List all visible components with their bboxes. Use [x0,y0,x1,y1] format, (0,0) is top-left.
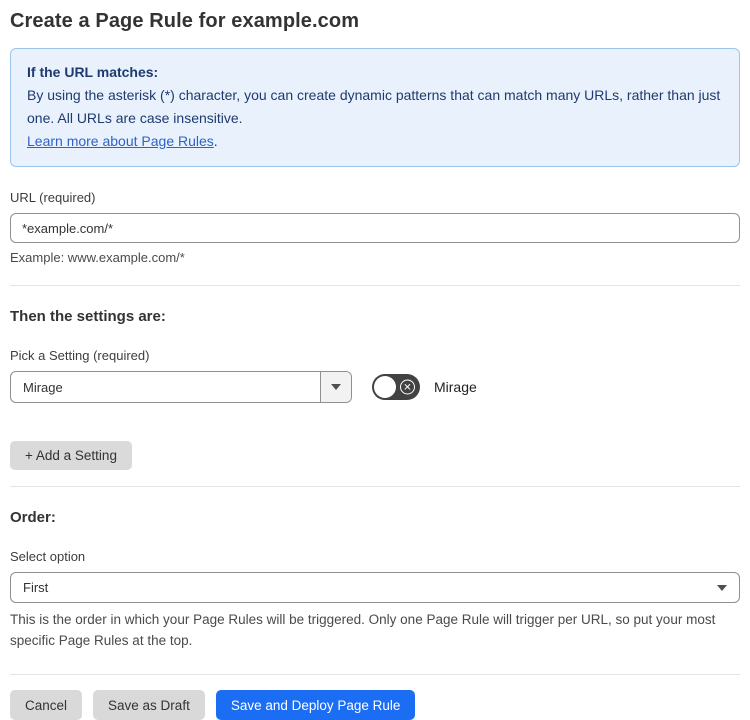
setting-select[interactable]: Mirage [10,371,352,403]
order-select-value: First [23,580,49,595]
divider [10,285,740,286]
order-select[interactable]: First [10,572,740,603]
settings-section-heading: Then the settings are: [10,308,166,325]
url-input[interactable] [10,213,740,243]
pick-setting-label: Pick a Setting (required) [10,348,150,363]
info-box-body: By using the asterisk (*) character, you… [27,87,721,126]
url-example-text: Example: www.example.com/* [10,250,185,265]
toggle-label: Mirage [434,379,477,395]
info-box-heading: If the URL matches: [27,64,159,80]
x-circle-icon: ✕ [400,379,415,395]
chevron-down-icon [717,584,727,591]
setting-row: Mirage ✕ Mirage [10,371,740,403]
mirage-toggle[interactable]: ✕ [372,374,420,400]
divider [10,674,740,675]
save-as-draft-button[interactable]: Save as Draft [93,690,205,720]
chevron-down-icon [331,384,341,390]
cancel-button[interactable]: Cancel [10,690,83,720]
link-suffix: . [213,133,218,149]
setting-select-value: Mirage [23,379,63,395]
order-section-heading: Order: [10,509,56,526]
create-page-rule-form: Create a Page Rule for example.com If th… [0,0,750,720]
info-box-link-line: Learn more about Page Rules. [27,130,723,153]
url-field-label: URL (required) [10,190,96,205]
toggle-knob [374,376,396,398]
learn-more-link[interactable]: Learn more about Page Rules [27,133,214,149]
setting-select-arrow-button[interactable] [320,372,351,402]
footer-actions: Cancel Save as Draft Save and Deploy Pag… [10,690,740,720]
select-option-label: Select option [10,549,86,564]
divider [10,486,740,487]
url-matches-info-box: If the URL matches: By using the asteris… [10,48,740,167]
page-title: Create a Page Rule for example.com [10,10,360,32]
add-setting-button[interactable]: + Add a Setting [10,441,132,470]
order-help-text: This is the order in which your Page Rul… [10,612,716,648]
save-and-deploy-button[interactable]: Save and Deploy Page Rule [215,690,416,720]
